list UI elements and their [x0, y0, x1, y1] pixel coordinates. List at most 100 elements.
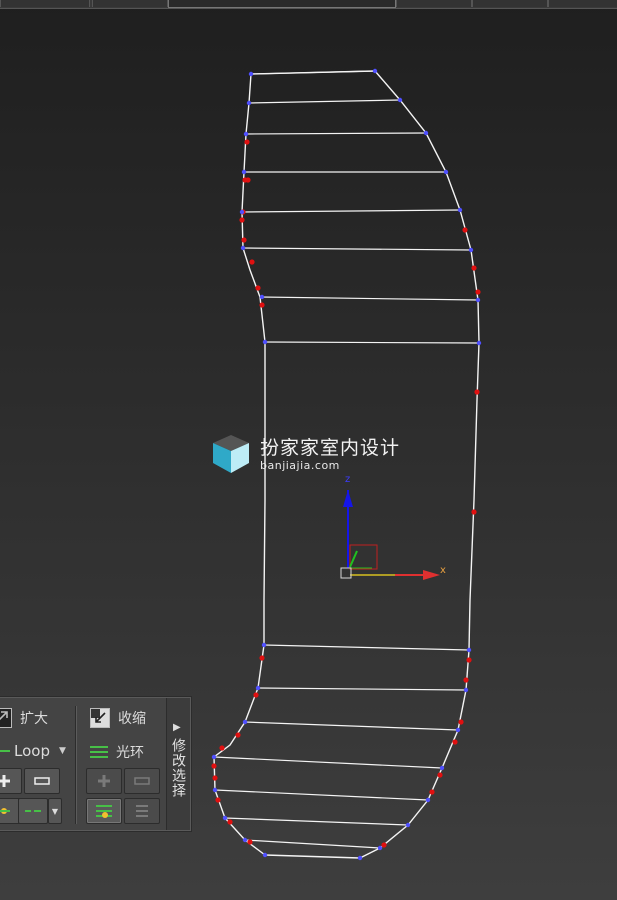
viewport-tab[interactable] [0, 0, 90, 7]
selected-vertex[interactable] [466, 657, 472, 663]
vertex[interactable] [405, 822, 411, 828]
selected-vertex[interactable] [253, 692, 259, 698]
selected-vertex[interactable] [249, 259, 255, 265]
vertex[interactable] [262, 852, 268, 858]
selected-vertex[interactable] [437, 772, 443, 778]
vertex[interactable] [242, 719, 248, 725]
mesh-edge-loop[interactable] [264, 341, 480, 344]
mesh-edge-loop[interactable] [241, 209, 461, 213]
vertex[interactable] [423, 130, 429, 136]
mesh-edge-loop[interactable] [213, 756, 443, 769]
selected-vertex[interactable] [471, 265, 477, 271]
vertex[interactable] [372, 68, 378, 74]
loop-dropdown-arrow-icon[interactable]: ▼ [59, 746, 66, 756]
loop-shrink-button[interactable] [24, 768, 60, 794]
vertex[interactable] [211, 754, 217, 760]
vertex[interactable] [476, 340, 482, 346]
loop-grow-button[interactable] [0, 768, 22, 794]
expand-arrow-icon[interactable]: ▶ [173, 722, 181, 733]
grow-button[interactable]: 扩大 [0, 708, 48, 728]
selected-vertex[interactable] [255, 285, 261, 291]
selected-vertex[interactable] [452, 739, 458, 745]
vertex[interactable] [468, 247, 474, 253]
mesh-edge-loop[interactable] [248, 99, 401, 104]
selected-vertex[interactable] [474, 389, 480, 395]
vertex[interactable] [243, 131, 249, 137]
viewport-tab[interactable] [396, 0, 472, 7]
selected-vertex[interactable] [241, 237, 247, 243]
selected-vertex[interactable] [463, 677, 469, 683]
mesh-edge-loop[interactable] [245, 132, 427, 135]
selected-vertex[interactable] [215, 797, 221, 803]
mesh-edge-loop[interactable] [214, 789, 429, 801]
ring-button[interactable]: 光环 [90, 742, 144, 762]
vertex[interactable] [466, 647, 472, 653]
vertex[interactable] [455, 727, 461, 733]
viewport-tab[interactable] [548, 0, 617, 7]
vertex[interactable] [262, 339, 268, 345]
mesh-edge-loop[interactable] [244, 721, 459, 731]
selected-vertex[interactable] [458, 719, 464, 725]
viewport-tab[interactable] [92, 0, 168, 7]
vertex[interactable] [377, 845, 383, 851]
selected-vertex[interactable] [381, 842, 387, 848]
selected-vertex[interactable] [471, 509, 477, 515]
selected-vertex[interactable] [235, 732, 241, 738]
vertex[interactable] [255, 685, 261, 691]
mesh-edge-loop[interactable] [263, 644, 470, 651]
selected-vertex[interactable] [244, 139, 250, 145]
selected-vertex[interactable] [247, 839, 253, 845]
ring-shrink-button[interactable] [124, 768, 160, 794]
vertex[interactable] [222, 815, 228, 821]
vertex[interactable] [463, 687, 469, 693]
selected-vertex[interactable] [475, 289, 481, 295]
vertex[interactable] [457, 207, 463, 213]
vertex[interactable] [246, 100, 252, 106]
vertex[interactable] [397, 97, 403, 103]
selected-vertex[interactable] [227, 819, 233, 825]
transform-gizmo[interactable]: z x [340, 474, 446, 580]
vertex[interactable] [240, 245, 246, 251]
selected-vertex[interactable] [429, 789, 435, 795]
vertex[interactable] [357, 855, 363, 861]
mesh-bottom-edge[interactable] [264, 854, 361, 859]
vertex[interactable] [261, 642, 267, 648]
viewport-tab[interactable] [472, 0, 548, 7]
viewport-tab-active[interactable] [168, 0, 396, 8]
gizmo-y-axis[interactable] [349, 550, 358, 568]
side-tab[interactable]: ▶ 修改选择 [166, 698, 190, 830]
selected-vertex[interactable] [259, 302, 265, 308]
selected-vertex[interactable] [259, 655, 265, 661]
selected-vertex[interactable] [219, 745, 225, 751]
ring-select-button[interactable] [86, 798, 122, 824]
shrink-button[interactable]: 收缩 [90, 708, 146, 728]
loop-button[interactable]: Loop ▼ [0, 742, 66, 760]
mesh-edge-loop[interactable] [244, 839, 381, 849]
mesh-edge-loop[interactable] [259, 296, 479, 301]
vertex[interactable] [212, 787, 218, 793]
selected-vertex[interactable] [211, 763, 217, 769]
selected-vertex[interactable] [462, 227, 468, 233]
vertex[interactable] [425, 797, 431, 803]
vertex[interactable] [248, 71, 254, 77]
mesh-edge-loop[interactable] [242, 247, 472, 251]
vertex[interactable] [475, 297, 481, 303]
vertex[interactable] [439, 765, 445, 771]
selected-vertex[interactable] [239, 217, 245, 223]
vertex[interactable] [443, 169, 449, 175]
selected-vertex[interactable] [245, 177, 251, 183]
mesh-edge-loop[interactable] [224, 817, 409, 826]
ring-options-button[interactable] [124, 798, 160, 824]
vertex[interactable] [242, 837, 248, 843]
loop-options-button[interactable] [18, 798, 48, 824]
selected-vertex[interactable] [212, 775, 218, 781]
vertex[interactable] [259, 294, 265, 300]
vertex[interactable] [241, 169, 247, 175]
gizmo-x-arrowhead[interactable] [423, 570, 440, 580]
ring-grow-button[interactable] [86, 768, 122, 794]
loop-options-dropdown[interactable]: ▼ [48, 798, 62, 824]
mesh-edge-loop[interactable] [250, 70, 376, 75]
mesh-edge-loop[interactable] [257, 687, 467, 691]
gizmo-z-arrowhead[interactable] [343, 490, 353, 507]
vertex[interactable] [239, 209, 245, 215]
